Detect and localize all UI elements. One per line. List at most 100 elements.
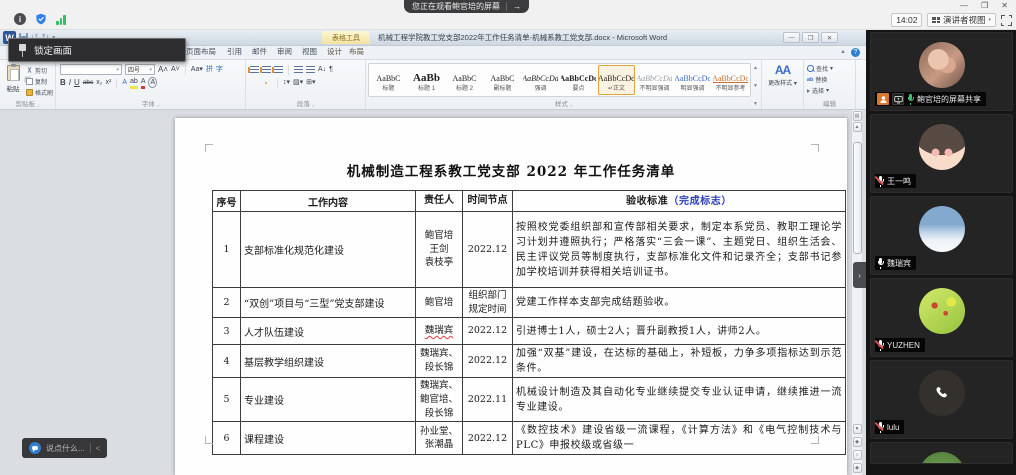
close-button[interactable]: ✕ <box>1001 1 1008 11</box>
participant-tile[interactable]: 王一鸣 <box>870 114 1013 193</box>
enclose-characters-icon[interactable]: A <box>148 77 157 88</box>
font-name-combo[interactable]: ▾ <box>60 64 122 75</box>
subscript-button[interactable]: x₂ <box>96 78 102 87</box>
align-center-icon[interactable] <box>255 82 257 84</box>
vertical-scrollbar[interactable]: ▤ ▲ ▼ ◆ ○ ◆ <box>851 110 862 475</box>
numbering-icon[interactable] <box>262 66 271 74</box>
header-content: 工作内容 <box>241 191 416 212</box>
chat-placeholder[interactable]: 说点什么... <box>46 443 85 454</box>
decrease-indent-icon[interactable] <box>294 66 303 74</box>
table-row: 4 基层教学组织建设 魏瑞宾、 段长锦 2022.12 加强“双基”建设，在达标… <box>213 345 846 378</box>
increase-indent-icon[interactable] <box>306 66 315 74</box>
style-emphasis[interactable]: AaBbCcDd强调 <box>522 65 559 95</box>
minimize-button[interactable]: — <box>960 1 968 11</box>
tab-view[interactable]: 视图 <box>302 45 317 59</box>
tab-review[interactable]: 审阅 <box>277 45 292 59</box>
bold-button[interactable]: B <box>60 78 66 87</box>
help-icon[interactable]: ? <box>851 48 860 57</box>
phonetic-guide-icon[interactable]: 拼 <box>206 65 213 74</box>
multilevel-list-icon[interactable] <box>274 66 283 74</box>
shield-icon[interactable] <box>35 13 47 25</box>
chat-collapse-button[interactable]: < <box>96 444 101 453</box>
cut-button[interactable]: 剪切 <box>26 66 53 75</box>
style-normal-selected[interactable]: AaBbCcDd↵正文 <box>598 65 635 95</box>
info-icon[interactable]: i <box>14 13 26 25</box>
justify-icon[interactable] <box>265 82 267 84</box>
collapse-ribbon-icon[interactable]: ▲ <box>840 49 846 55</box>
font-color-icon[interactable]: A <box>141 77 146 89</box>
chat-input-pill[interactable]: 说点什么... < <box>22 438 107 458</box>
superscript-button[interactable]: x² <box>106 78 112 87</box>
char-border-icon[interactable]: 字 <box>216 65 223 74</box>
underline-button[interactable]: U <box>74 78 80 87</box>
align-left-icon[interactable] <box>250 82 252 84</box>
format-painter-button[interactable]: 格式刷 <box>26 88 53 97</box>
font-size-combo[interactable]: 四号▾ <box>125 64 155 75</box>
browse-object-button[interactable]: ○ <box>853 450 862 460</box>
text-effects-icon[interactable]: A <box>122 78 127 87</box>
task-table: 序号 工作内容 责任人 时间节点 验收标准（完成标志） 1 支部标准化规范化建设… <box>212 190 846 455</box>
shading-icon[interactable]: ▨▾ <box>293 78 303 87</box>
replace-icon: ab <box>807 77 813 83</box>
highlight-color-icon[interactable]: ab <box>130 77 138 89</box>
participant-name: YUZHEN <box>887 341 920 350</box>
copy-button[interactable]: 复制 <box>26 77 53 86</box>
view-mode-selector[interactable]: 演讲者视图 ▾ <box>927 13 996 27</box>
strikethrough-button[interactable]: abc <box>83 78 93 87</box>
header-time: 时间节点 <box>463 191 513 212</box>
borders-icon[interactable]: ⊞▾ <box>306 78 315 87</box>
sidebar-collapse-button[interactable]: › <box>853 262 866 288</box>
change-case-icon[interactable]: Aa▾ <box>191 65 203 74</box>
select-button[interactable]: 选择 ▾ <box>807 86 852 95</box>
scroll-down-arrow[interactable]: ▼ <box>853 424 862 434</box>
styles-scroll-down-icon[interactable]: ▼ <box>753 83 758 89</box>
tab-page-layout[interactable]: 页面布局 <box>186 45 216 59</box>
line-spacing-icon[interactable]: ↕▾ <box>283 78 290 87</box>
participant-tile[interactable]: 魏瑞宾 <box>870 196 1013 275</box>
replace-button[interactable]: ab替换 <box>807 75 852 84</box>
maximize-button[interactable]: ❐ <box>981 1 988 11</box>
clipboard-group-label: 剪贴板 <box>0 98 55 108</box>
tab-layout[interactable]: 布局 <box>349 45 364 59</box>
distribute-icon[interactable] <box>270 82 272 84</box>
shrink-font-icon[interactable]: A˅ <box>171 65 180 74</box>
participant-tile[interactable]: 鲍官培的屏幕共享 <box>870 32 1013 111</box>
next-page-button[interactable]: ◆ <box>853 463 862 473</box>
banner-arrow-button[interactable]: → <box>506 2 521 11</box>
word-minimize-button[interactable]: — <box>783 32 800 43</box>
style-strong[interactable]: AaBbCcDc要点 <box>560 65 597 95</box>
style-intense-emphasis[interactable]: AaBbCcDc明显强调 <box>674 65 711 95</box>
style-title[interactable]: AaBbC标题 <box>370 65 407 95</box>
fullscreen-icon[interactable] <box>1001 15 1012 26</box>
scroll-up-arrow[interactable]: ▲ <box>853 122 862 132</box>
style-heading1[interactable]: AaBb标题 1 <box>408 65 445 95</box>
tab-references[interactable]: 引用 <box>227 45 242 59</box>
style-heading2[interactable]: AaBbC标题 2 <box>446 65 483 95</box>
bullets-icon[interactable] <box>250 66 259 74</box>
grow-font-icon[interactable]: A˄ <box>158 65 168 74</box>
word-maximize-button[interactable]: ❐ <box>802 32 819 43</box>
watching-banner-text: 您正在观看鲍官培的屏幕 <box>412 1 500 12</box>
sort-icon[interactable]: A↓ <box>318 65 326 74</box>
ruler-toggle-button[interactable]: ▤ <box>853 111 862 121</box>
style-subtitle[interactable]: AaBbC副标题 <box>484 65 521 95</box>
italic-button[interactable]: I <box>69 78 71 87</box>
tab-design[interactable]: 设计 <box>327 45 342 59</box>
document-page[interactable]: 机械制造工程系教工党支部 2022 年工作任务清单 序号 工作内容 责任人 时间… <box>175 118 847 475</box>
participant-tile-partial[interactable] <box>870 442 1013 464</box>
style-subtle-reference[interactable]: AaBbCcDc不明显参考 <box>712 65 749 95</box>
styles-scroll-up-icon[interactable]: ▲ <box>753 65 758 71</box>
align-right-icon[interactable] <box>260 82 262 84</box>
show-marks-icon[interactable]: ¶ <box>329 65 333 74</box>
change-styles-button[interactable]: AA 更改样式 ▾ <box>762 60 804 109</box>
tab-mailings[interactable]: 邮件 <box>252 45 267 59</box>
mic-on-icon <box>907 94 914 105</box>
find-button[interactable]: 查找 ▾ <box>807 64 852 73</box>
scrollbar-thumb[interactable] <box>853 142 862 254</box>
previous-page-button[interactable]: ◆ <box>853 437 862 447</box>
participant-tile[interactable]: lulu <box>870 360 1013 439</box>
meeting-window: i 您正在观看鲍官培的屏幕 → — ❐ ✕ 14:02 演讲者视图 ▾ <box>0 0 1016 475</box>
word-close-button[interactable]: ✕ <box>821 32 838 43</box>
style-subtle-emphasis[interactable]: AaBbCcDd不明显强调 <box>636 65 673 95</box>
participant-tile[interactable]: YUZHEN <box>870 278 1013 357</box>
